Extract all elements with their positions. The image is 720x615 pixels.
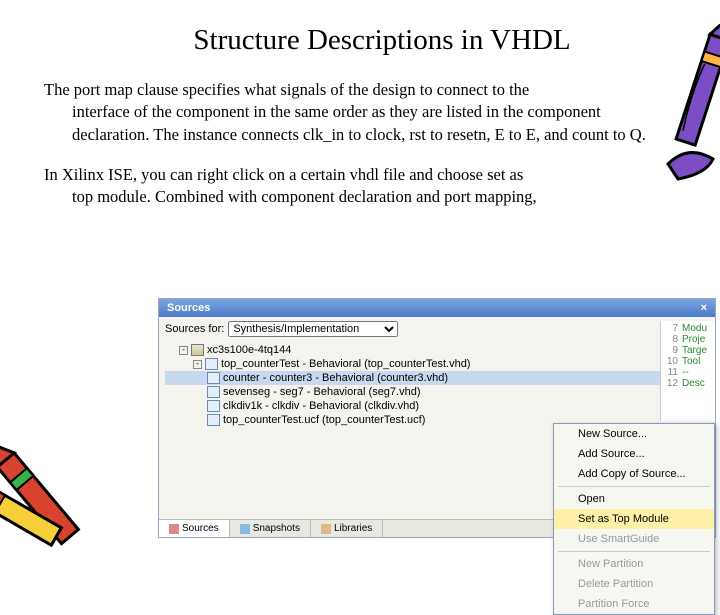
sources-tab-icon: [169, 524, 179, 534]
tree-top-label: top_counterTest - Behavioral (top_counte…: [221, 358, 470, 370]
chip-icon: [191, 344, 204, 356]
context-menu: New Source... Add Source... Add Copy of …: [553, 423, 715, 615]
minus-icon[interactable]: -: [193, 360, 202, 369]
code-line: --: [682, 367, 689, 378]
tree-item-label: sevenseg - seg7 - Behavioral (seg7.vhd): [223, 386, 421, 398]
menu-set-top-module[interactable]: Set as Top Module: [554, 509, 714, 529]
tab-snapshots[interactable]: Snapshots: [230, 520, 311, 537]
menu-new-source[interactable]: New Source...: [554, 424, 714, 444]
tree-item-label: clkdiv1k - clkdiv - Behavioral (clkdiv.v…: [223, 400, 419, 412]
code-preview: 7Modu 8Proje 9Targe 10Tool 11-- 12Desc: [660, 321, 715, 421]
close-icon[interactable]: ×: [701, 302, 707, 314]
code-line: Modu: [682, 323, 707, 334]
code-line: Proje: [682, 334, 705, 345]
tree-top-module[interactable]: - top_counterTest - Behavioral (top_count…: [165, 357, 709, 371]
para2-rest: top module. Combined with component decl…: [44, 186, 660, 208]
menu-add-copy[interactable]: Add Copy of Source...: [554, 464, 714, 484]
tree-item-label: counter - counter3 - Behavioral (counter…: [223, 372, 448, 384]
libraries-tab-icon: [321, 524, 331, 534]
snapshots-tab-icon: [240, 524, 250, 534]
tab-sources[interactable]: Sources: [159, 520, 230, 537]
tab-label: Snapshots: [253, 523, 300, 534]
vhdl-file-icon: [207, 386, 220, 398]
menu-delete-partition: Delete Partition: [554, 574, 714, 594]
menu-partition-force: Partition Force: [554, 594, 714, 614]
para2-first-line: In Xilinx ISE, you can right click on a …: [44, 165, 523, 184]
menu-new-partition: New Partition: [554, 554, 714, 574]
tab-label: Sources: [182, 523, 219, 534]
code-line: Targe: [682, 345, 707, 356]
tree-item-sevenseg[interactable]: sevenseg - seg7 - Behavioral (seg7.vhd): [165, 385, 709, 399]
menu-open[interactable]: Open: [554, 489, 714, 509]
paragraph-1: The port map clause specifies what signa…: [44, 79, 660, 146]
tree-device[interactable]: - xc3s100e-4tq144: [165, 343, 709, 357]
source-tree[interactable]: -xc3s100e-4tq144 -top_counterTest - Beha…: [159, 341, 715, 429]
tree-item-label: top_counterTest.ucf (top_counterTest.ucf…: [223, 414, 425, 426]
tree-item-clkdiv[interactable]: clkdiv1k - clkdiv - Behavioral (clkdiv.v…: [165, 399, 709, 413]
tab-libraries[interactable]: Libraries: [311, 520, 383, 537]
window-titlebar: Sources ×: [159, 299, 715, 317]
tree-device-label: xc3s100e-4tq144: [207, 344, 291, 356]
para1-rest: interface of the component in the same o…: [44, 101, 660, 146]
menu-smartguide: Use SmartGuide: [554, 529, 714, 549]
ise-screenshot: Sources × Sources for: Synthesis/Impleme…: [158, 298, 716, 538]
code-line: Desc: [682, 378, 705, 389]
vhdl-file-icon: [205, 358, 218, 370]
minus-icon[interactable]: -: [179, 346, 188, 355]
tab-label: Libraries: [334, 523, 372, 534]
ucf-file-icon: [207, 414, 220, 426]
para1-first-line: The port map clause specifies what signa…: [44, 80, 529, 99]
code-line: Tool: [682, 356, 700, 367]
paragraph-2: In Xilinx ISE, you can right click on a …: [44, 164, 660, 209]
vhdl-file-icon: [207, 372, 220, 384]
vhdl-file-icon: [207, 400, 220, 412]
tree-item-counter[interactable]: counter - counter3 - Behavioral (counter…: [165, 371, 709, 385]
slide-title: Structure Descriptions in VHDL: [104, 24, 660, 57]
sources-for-label: Sources for:: [165, 323, 224, 335]
menu-separator: [558, 551, 710, 552]
menu-separator: [558, 486, 710, 487]
crayon-decoration-bottom: [0, 424, 126, 564]
menu-add-source[interactable]: Add Source...: [554, 444, 714, 464]
sources-for-select[interactable]: Synthesis/Implementation: [228, 321, 398, 337]
window-title: Sources: [167, 302, 210, 314]
